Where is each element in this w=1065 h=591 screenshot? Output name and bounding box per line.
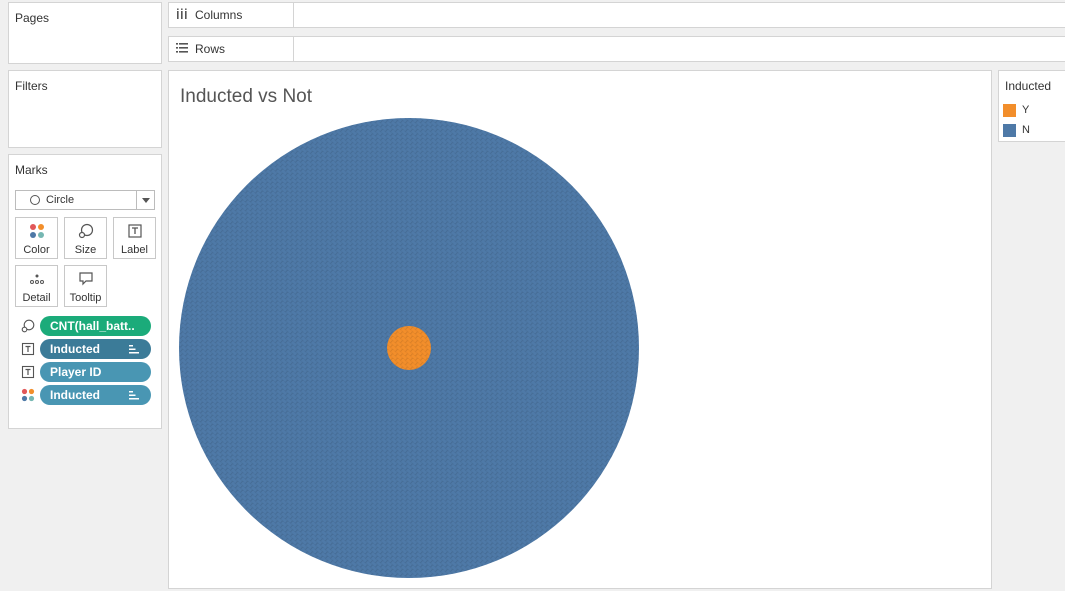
marks-pill-color-inducted[interactable]: Inducted [21, 385, 153, 405]
filters-card[interactable]: Filters [8, 70, 162, 148]
marks-card: Marks Circle Color Size Label Detail Too… [8, 154, 162, 429]
columns-icon [177, 8, 187, 19]
tooltip-icon [79, 272, 93, 286]
sort-icon [129, 345, 139, 354]
mark-type-dropdown[interactable]: Circle [15, 190, 155, 210]
pill-cnt-hall-batting[interactable]: CNT(hall_batt.. [40, 316, 151, 336]
packed-bubble-chart[interactable] [169, 71, 991, 588]
size-icon [78, 223, 94, 239]
columns-label: Columns [195, 8, 243, 22]
rows-shelf-label: Rows [169, 37, 294, 61]
legend-label-n: N [1022, 124, 1030, 136]
bubble-texture-y [387, 326, 431, 370]
marks-pill-label-player-id[interactable]: Player ID [21, 362, 153, 382]
label-button-label: Label [121, 244, 148, 256]
pages-title: Pages [15, 11, 50, 25]
bubble-y[interactable] [387, 326, 431, 370]
rows-label: Rows [195, 42, 226, 56]
circle-icon [30, 195, 40, 205]
color-button[interactable]: Color [15, 217, 58, 259]
size-button[interactable]: Size [64, 217, 107, 259]
marks-pill-label-inducted[interactable]: Inducted [21, 339, 153, 359]
label-text-icon [21, 365, 35, 379]
size-button-label: Size [74, 244, 97, 256]
color-icon [21, 388, 35, 402]
rows-icon [176, 43, 188, 53]
columns-shelf-label: Columns [169, 3, 294, 27]
chevron-down-icon[interactable] [136, 191, 154, 209]
detail-button[interactable]: Detail [15, 265, 58, 307]
sort-icon [129, 391, 139, 400]
pages-card: Pages [8, 2, 162, 64]
pill-inducted-color[interactable]: Inducted [40, 385, 151, 405]
label-text-icon [21, 342, 35, 356]
rows-shelf[interactable]: Rows [168, 36, 1065, 62]
legend-label-y: Y [1022, 104, 1030, 116]
pill-inducted-label[interactable]: Inducted [40, 339, 151, 359]
viz-pane[interactable]: Inducted vs Not [168, 70, 992, 589]
pill-label: Player ID [50, 365, 102, 379]
pill-label: CNT(hall_batt.. [50, 319, 135, 333]
label-button[interactable]: Label [113, 217, 156, 259]
columns-shelf[interactable]: Columns [168, 2, 1065, 28]
marks-title: Marks [15, 163, 48, 177]
size-icon [21, 319, 35, 333]
legend-swatch-y [1003, 104, 1016, 117]
detail-icon [30, 274, 44, 284]
color-button-label: Color [23, 244, 50, 256]
detail-button-label: Detail [22, 292, 51, 304]
tooltip-button[interactable]: Tooltip [64, 265, 107, 307]
mark-type-label: Circle [46, 194, 75, 206]
pill-label: Inducted [50, 388, 100, 402]
marks-pill-size[interactable]: CNT(hall_batt.. [21, 316, 153, 336]
legend-title: Inducted [1005, 79, 1052, 93]
pill-label: Inducted [50, 342, 100, 356]
label-icon [128, 224, 142, 238]
legend-swatch-n [1003, 124, 1016, 137]
pill-player-id[interactable]: Player ID [40, 362, 151, 382]
color-legend: Inducted Y N [998, 70, 1065, 142]
tooltip-button-label: Tooltip [69, 292, 102, 304]
color-icon [30, 224, 44, 238]
filters-title: Filters [15, 79, 48, 93]
